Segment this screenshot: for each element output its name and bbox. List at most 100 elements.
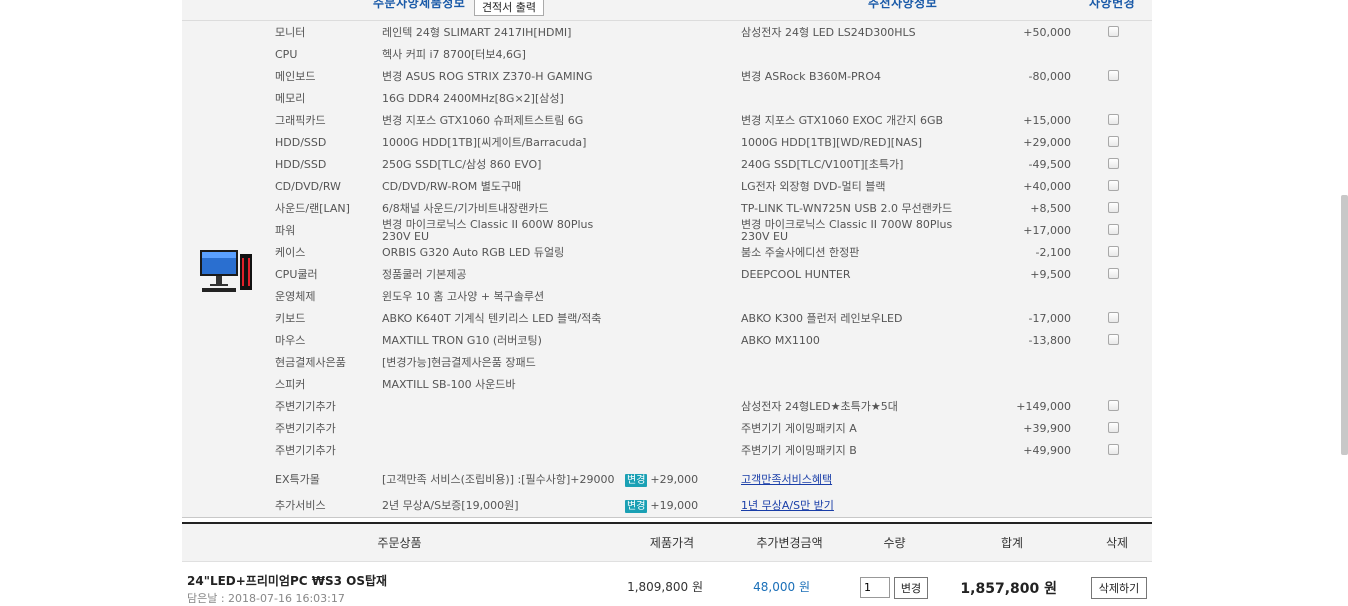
spec-checkbox-cell [1106, 220, 1120, 242]
spec-change-checkbox[interactable] [1107, 268, 1119, 279]
spec-change-checkbox[interactable] [1107, 246, 1119, 257]
spec-row: 사운드/랜[LAN] 6/8채널 사운드/기가비트내장랜카드 TP-LINK TL-… [0, 198, 1348, 220]
spec-change-checkbox[interactable] [1107, 114, 1119, 125]
spec-label: 모니터 [275, 26, 306, 39]
spec-price: +40,000 [1023, 180, 1071, 193]
delete-button[interactable]: 삭제하기 [1091, 577, 1147, 599]
spec-current: MAXTILL TRON G10 (러버코팅) [382, 334, 542, 347]
spec-checkbox-cell [1106, 396, 1120, 418]
spec-price [985, 374, 1071, 396]
spec-current [382, 440, 622, 462]
spec-change-checkbox[interactable] [1107, 224, 1119, 235]
cart-header-qty: 수량 [883, 536, 906, 550]
spec-checkbox-cell [1106, 308, 1120, 330]
spec-label: 주변기기추가 [275, 400, 336, 413]
spec-change-checkbox[interactable] [1107, 70, 1119, 81]
service-link[interactable]: 고객만족서비스혜택 [741, 474, 832, 486]
spec-checkbox-cell [1106, 154, 1120, 176]
spec-price: -17,000 [1028, 312, 1071, 325]
spec-row: 마우스 MAXTILL TRON G10 (러버코팅) ABKO MX1100 -13… [0, 330, 1348, 352]
cart-header-extra: 추가변경금액 [756, 536, 823, 550]
spec-checkbox-cell [1106, 132, 1120, 154]
spec-label: 운영체제 [275, 290, 316, 303]
change-spec-link[interactable]: 사양변경 [1089, 0, 1135, 11]
spec-recommended: 삼성전자 24형 LED LS24D300HLS [741, 26, 916, 39]
spec-change-checkbox[interactable] [1107, 422, 1119, 433]
service-link-cell: 고객만족서비스혜택 [741, 469, 971, 491]
spec-recommended: 변경 마이크로닉스 Classic II 700W 80Plus 230V EU [741, 218, 953, 243]
spec-change-checkbox[interactable] [1107, 26, 1119, 37]
spec-change-checkbox[interactable] [1107, 202, 1119, 213]
spec-label: 주변기기추가 [275, 422, 336, 435]
cart-item-total: 1,857,800 원 [960, 581, 1057, 597]
recommended-spec-link[interactable]: 추천사양정보 [868, 0, 937, 11]
spec-change-checkbox[interactable] [1107, 312, 1119, 323]
spec-row: 모니터 레인텍 24형 SLIMART 2417IH[HDMI] 삼성전자 24형 … [0, 22, 1348, 44]
change-badge[interactable]: 변경 [625, 473, 648, 487]
spec-change-checkbox[interactable] [1107, 334, 1119, 345]
spec-current: 6/8채널 사운드/기가비트내장랜카드 [382, 202, 549, 215]
divider [182, 517, 1152, 518]
spec-price [985, 286, 1071, 308]
spec-recommended [741, 286, 971, 308]
spec-price: +15,000 [1023, 114, 1071, 127]
print-estimate-button[interactable]: 견적서 출력 [474, 0, 544, 16]
spec-label: 메인보드 [275, 70, 316, 83]
spec-header-bar [182, 0, 1152, 21]
spec-current [382, 396, 622, 418]
order-spec-link[interactable]: 주문사양제품정보 [373, 0, 465, 11]
quantity-input[interactable] [860, 577, 890, 598]
spec-row: 파워 변경 마이크로닉스 Classic II 600W 80Plus 230V … [0, 218, 1348, 243]
spec-label: HDD/SSD [275, 158, 327, 171]
spec-row: CPU 헥사 커피 i7 8700[터보4,6G] [0, 44, 1348, 66]
service-label: 추가서비스 [275, 499, 326, 512]
spec-label: 그래픽카드 [275, 114, 326, 127]
spec-row: 스피커 MAXTILL SB-100 사운드바 [0, 374, 1348, 396]
spec-recommended: 붐소 주술사에디션 한정판 [741, 246, 860, 259]
spec-checkbox-cell [1106, 22, 1120, 44]
spec-recommended: LG전자 외장형 DVD-멀티 블랙 [741, 180, 886, 193]
spec-recommended [741, 374, 971, 396]
cart-header-product: 주문상품 [377, 536, 422, 550]
spec-current: 변경 마이크로닉스 Classic II 600W 80Plus 230V EU [382, 218, 594, 243]
spec-checkbox-cell [1106, 330, 1120, 352]
spec-current: 16G DDR4 2400MHz[8G×2][삼성] [382, 92, 564, 105]
spec-row: 키보드 ABKO K640T 기계식 텐키리스 LED 블랙/적축 ABKO K30… [0, 308, 1348, 330]
spec-change-checkbox[interactable] [1107, 400, 1119, 411]
spec-price: -49,500 [1028, 158, 1071, 171]
spec-price [985, 88, 1071, 110]
spec-price: +17,000 [1023, 224, 1071, 237]
spec-current: 1000G HDD[1TB][씨게이트/Barracuda] [382, 136, 587, 149]
spec-label: 키보드 [275, 312, 306, 325]
spec-current: ABKO K640T 기계식 텐키리스 LED 블랙/적축 [382, 312, 602, 325]
spec-checkbox-cell [1106, 440, 1120, 462]
spec-checkbox-cell [1106, 66, 1120, 88]
spec-label: CPU쿨러 [275, 268, 318, 281]
cart-item-name[interactable]: 24"LED+프리미엄PC ₩S3 OS탑재 [187, 572, 387, 589]
spec-current: 변경 지포스 GTX1060 슈퍼제트스트림 6G [382, 114, 584, 127]
cart-header-price: 제품가격 [649, 536, 695, 550]
spec-price: -13,800 [1028, 334, 1071, 347]
spec-recommended [741, 44, 971, 66]
spec-checkbox-cell [1106, 198, 1120, 220]
spec-current: [변경가능]현금결제사은품 장패드 [382, 356, 536, 369]
spec-current: 250G SSD[TLC/삼성 860 EVO] [382, 158, 542, 171]
spec-current: CD/DVD/RW-ROM 별도구매 [382, 180, 522, 193]
spec-current: 윈도우 10 홈 고사양 + 복구솔루션 [382, 290, 545, 303]
service-row: 추가서비스 2년 무상A/S보증[19,000원] 변경 +19,000 1년 무상A/… [0, 495, 1348, 519]
spec-current: ORBIS G320 Auto RGB LED 듀얼링 [382, 246, 565, 259]
change-badge[interactable]: 변경 [625, 499, 648, 513]
service-link[interactable]: 1년 무상A/S만 받기 [741, 500, 834, 512]
spec-recommended: 240G SSD[TLC/V100T][초특가] [741, 158, 904, 171]
spec-change-checkbox[interactable] [1107, 158, 1119, 169]
spec-change-checkbox[interactable] [1107, 180, 1119, 191]
spec-label: CD/DVD/RW [275, 180, 341, 193]
spec-label: 스피커 [275, 378, 306, 391]
spec-checkbox-cell [1106, 264, 1120, 286]
spec-change-checkbox[interactable] [1107, 444, 1119, 455]
quantity-change-button[interactable]: 변경 [894, 577, 928, 599]
spec-row: 주변기기추가 삼성전자 24형LED★초특가★5대 +149,000 [0, 396, 1348, 418]
spec-recommended: ABKO K300 플런저 레인보우LED [741, 312, 903, 325]
spec-change-checkbox[interactable] [1107, 136, 1119, 147]
scrollbar-thumb[interactable] [1341, 195, 1348, 455]
